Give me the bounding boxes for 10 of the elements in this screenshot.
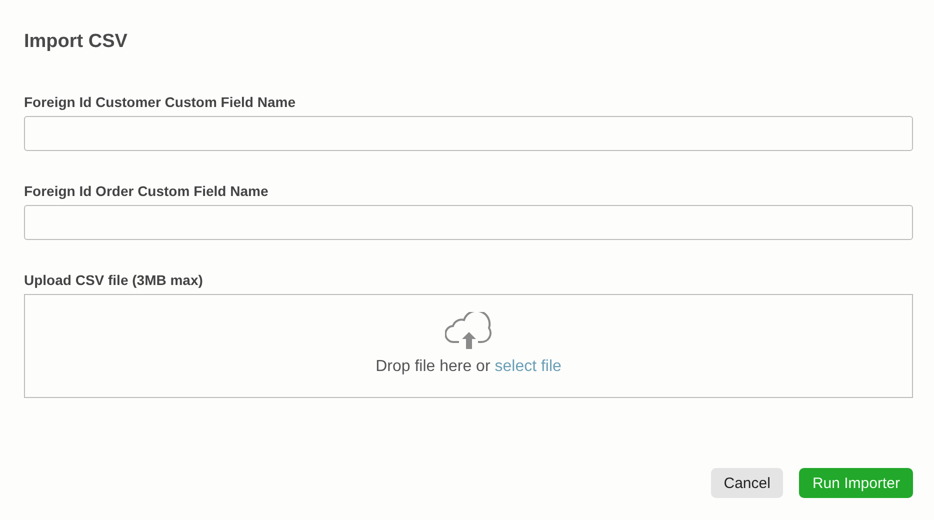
- dialog-title: Import CSV: [24, 31, 128, 53]
- upload-label: Upload CSV file (3MB max): [24, 272, 204, 288]
- cloud-upload-icon: [444, 312, 492, 350]
- input-field[interactable]: [24, 116, 913, 151]
- drop-zone[interactable]: Drop file here or select file: [24, 294, 913, 398]
- cancel-button[interactable]: Cancel: [710, 468, 784, 498]
- field-label: Foreign Id Order Custom Field Name: [24, 183, 270, 199]
- drop-hint: Drop file here or select file: [376, 357, 562, 377]
- field-label: Foreign Id Customer Custom Field Name: [24, 94, 296, 110]
- input-field[interactable]: [24, 205, 913, 240]
